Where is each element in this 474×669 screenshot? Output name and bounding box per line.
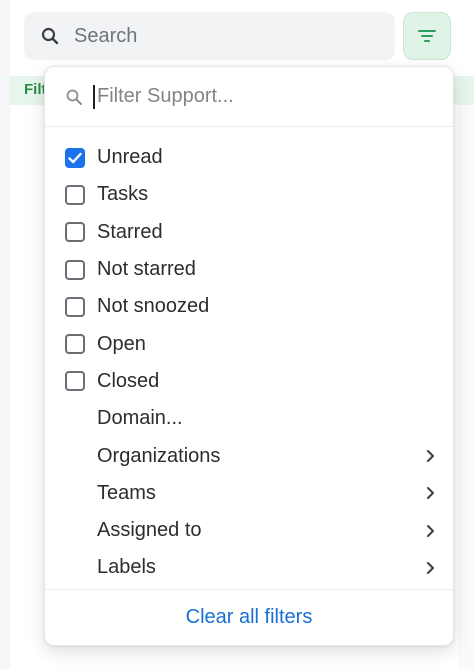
right-edge <box>458 105 474 669</box>
filter-item-label: Assigned to <box>97 519 202 542</box>
filter-item-labels[interactable]: Labels <box>45 549 453 586</box>
filter-icon <box>418 30 436 42</box>
app: Search Filt Filter Support... Unread Tas… <box>0 0 474 669</box>
checkbox[interactable] <box>65 371 85 392</box>
checkbox[interactable] <box>65 334 85 355</box>
search-icon <box>66 89 82 105</box>
filter-button[interactable] <box>403 12 451 60</box>
checkbox[interactable] <box>65 184 85 205</box>
checkbox[interactable] <box>65 296 85 317</box>
filter-item-teams[interactable]: Teams <box>45 475 453 512</box>
filter-item-label: Not starred <box>97 258 196 281</box>
left-edge <box>0 0 10 669</box>
filter-item-label: Tasks <box>97 183 149 206</box>
filter-item-assigned-to[interactable]: Assigned to <box>45 512 453 549</box>
filter-item-label: Starred <box>97 220 163 243</box>
search-placeholder: Search <box>74 24 138 47</box>
filter-item-label: Labels <box>97 556 156 579</box>
text-caret <box>93 84 95 109</box>
checkbox[interactable] <box>65 222 85 243</box>
filter-item-open[interactable]: Open <box>45 325 453 362</box>
filter-item-domain[interactable]: Domain... <box>45 400 453 437</box>
filter-item-not-starred[interactable]: Not starred <box>45 251 453 288</box>
search-bar[interactable]: Search <box>24 12 395 60</box>
filter-dropdown: Filter Support... Unread Tasks Starred N… <box>44 66 454 646</box>
checkbox[interactable] <box>65 259 85 280</box>
filter-list: Unread Tasks Starred Not starred Not sno… <box>45 127 453 587</box>
filter-item-label: Teams <box>97 481 156 504</box>
filter-item-organizations[interactable]: Organizations <box>45 437 453 474</box>
chevron-right-icon <box>427 487 434 500</box>
filter-item-label: Unread <box>97 146 163 169</box>
checkbox-checked[interactable] <box>65 147 85 168</box>
filter-search-field[interactable]: Filter Support... <box>45 67 453 127</box>
chevron-right-icon <box>427 561 434 574</box>
filter-item-label: Closed <box>97 369 160 392</box>
filter-item-label: Domain... <box>97 407 183 430</box>
filter-item-label: Open <box>97 332 146 355</box>
filter-item-unread[interactable]: Unread <box>45 139 453 176</box>
chevron-right-icon <box>427 524 434 537</box>
clear-filters-link[interactable]: Clear all filters <box>186 606 313 629</box>
filter-item-not-snoozed[interactable]: Not snoozed <box>45 288 453 325</box>
filter-search-placeholder: Filter Support... <box>97 85 234 107</box>
filter-item-starred[interactable]: Starred <box>45 214 453 251</box>
filter-item-label: Organizations <box>97 444 221 467</box>
filter-item-label: Not snoozed <box>97 295 210 318</box>
chevron-right-icon <box>427 450 434 463</box>
filter-item-closed[interactable]: Closed <box>45 363 453 400</box>
filter-item-tasks[interactable]: Tasks <box>45 176 453 213</box>
dropdown-footer: Clear all filters <box>45 589 453 645</box>
search-icon <box>41 27 59 45</box>
checkmark-icon <box>68 152 82 163</box>
